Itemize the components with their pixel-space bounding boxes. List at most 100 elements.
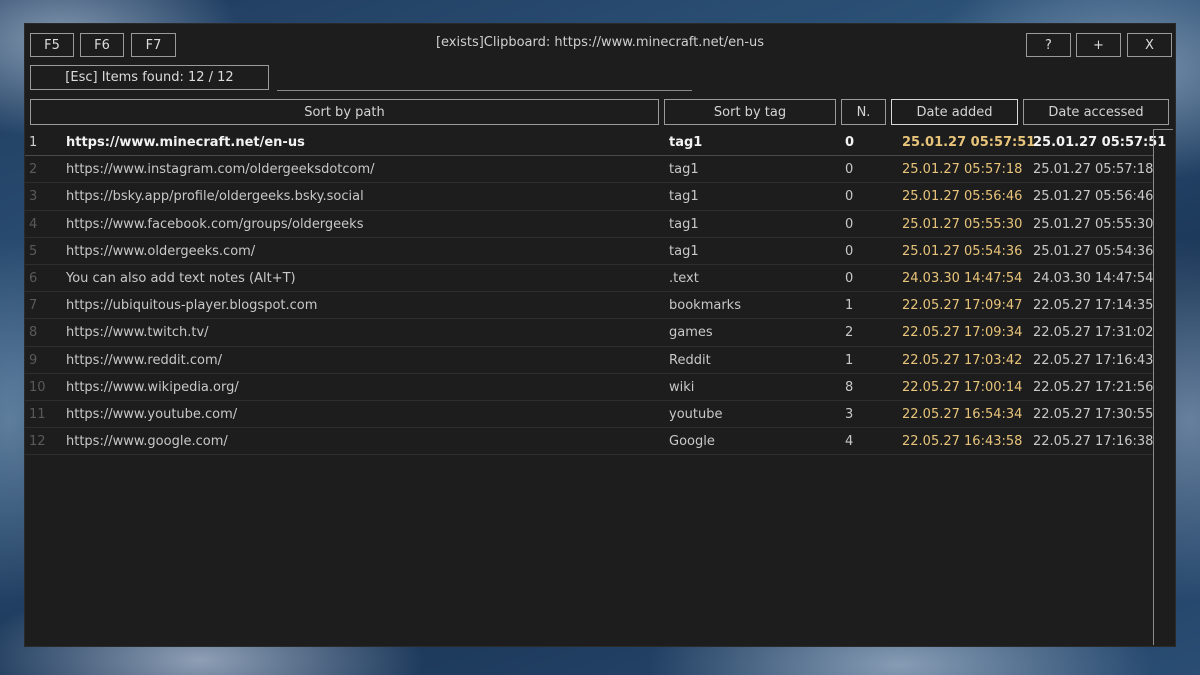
clipboard-manager-window: F5 F6 F7 [exists]Clipboard: https://www.… — [24, 23, 1176, 647]
row-count: 8 — [845, 379, 854, 395]
sort-by-count-button[interactable]: N. — [841, 99, 886, 125]
row-count: 0 — [845, 162, 854, 178]
row-tag: wiki — [669, 379, 695, 395]
items-list: 1 https://www.minecraft.net/en-us tag1 0… — [25, 129, 1166, 456]
row-count: 1 — [845, 298, 854, 314]
row-path: https://www.oldergeeks.com/ — [66, 243, 256, 259]
help-button[interactable]: ? — [1026, 33, 1071, 57]
row-date-accessed: 25.01.27 05:57:18 — [1033, 162, 1154, 178]
row-path: https://www.instagram.com/oldergeeksdotc… — [66, 162, 375, 178]
row-tag: tag1 — [669, 216, 699, 232]
row-tag: tag1 — [669, 135, 703, 150]
row-path: https://www.google.com/ — [66, 434, 228, 450]
sort-by-path-button[interactable]: Sort by path — [30, 99, 659, 125]
table-row[interactable]: 6 You can also add text notes (Alt+T) .t… — [25, 265, 1154, 293]
row-path: https://www.youtube.com/ — [66, 406, 238, 422]
row-date-added: 22.05.27 17:09:47 — [902, 298, 1023, 314]
row-count: 4 — [845, 434, 854, 450]
row-date-added: 25.01.27 05:57:18 — [902, 162, 1023, 178]
row-date-added: 22.05.27 16:43:58 — [902, 434, 1023, 450]
row-number: 1 — [29, 135, 38, 150]
row-tag: bookmarks — [669, 298, 741, 314]
row-number: 3 — [29, 189, 38, 205]
table-row[interactable]: 2 https://www.instagram.com/oldergeeksdo… — [25, 156, 1154, 184]
row-date-added: 25.01.27 05:56:46 — [902, 189, 1023, 205]
f6-button[interactable]: F6 — [80, 33, 124, 57]
sort-by-tag-button[interactable]: Sort by tag — [664, 99, 836, 125]
row-path: You can also add text notes (Alt+T) — [66, 270, 296, 286]
row-path: https://ubiquitous-player.blogspot.com — [66, 298, 318, 314]
row-count: 0 — [845, 243, 854, 259]
row-path: https://www.twitch.tv/ — [66, 325, 209, 341]
search-input[interactable] — [277, 90, 692, 91]
row-date-accessed: 22.05.27 17:30:55 — [1033, 406, 1154, 422]
items-found-label: [Esc] Items found: 12 / 12 — [30, 65, 269, 90]
table-row[interactable]: 8 https://www.twitch.tv/ games 2 22.05.2… — [25, 319, 1154, 347]
row-date-added: 25.01.27 05:55:30 — [902, 216, 1023, 232]
row-tag: tag1 — [669, 162, 699, 178]
row-tag: .text — [669, 270, 699, 286]
sort-by-date-added-button[interactable]: Date added — [891, 99, 1018, 125]
row-date-accessed: 22.05.27 17:31:02 — [1033, 325, 1154, 341]
row-count: 0 — [845, 270, 854, 286]
row-number: 8 — [29, 325, 38, 341]
table-row[interactable]: 5 https://www.oldergeeks.com/ tag1 0 25.… — [25, 238, 1153, 265]
table-row[interactable]: 9 https://www.reddit.com/ Reddit 1 22.05… — [25, 347, 1153, 374]
row-number: 9 — [29, 352, 38, 368]
row-date-accessed: 22.05.27 17:14:35 — [1033, 298, 1154, 314]
row-count: 0 — [845, 216, 854, 232]
row-number: 5 — [29, 243, 38, 259]
row-count: 1 — [845, 352, 854, 368]
row-date-added: 22.05.27 16:54:34 — [902, 406, 1023, 422]
row-path: https://www.facebook.com/groups/oldergee… — [66, 216, 364, 232]
row-date-added: 24.03.30 14:47:54 — [902, 270, 1023, 286]
row-path: https://www.reddit.com/ — [66, 352, 222, 368]
row-tag: games — [669, 325, 713, 341]
row-path: https://bsky.app/profile/oldergeeks.bsky… — [66, 189, 364, 205]
row-path: https://www.minecraft.net/en-us — [66, 135, 305, 150]
table-row[interactable]: 4 https://www.facebook.com/groups/olderg… — [25, 211, 1153, 238]
table-row[interactable]: 11 https://www.youtube.com/ youtube 3 22… — [25, 401, 1154, 429]
row-count: 0 — [845, 135, 855, 150]
row-number: 12 — [29, 434, 46, 450]
row-number: 6 — [29, 270, 38, 286]
table-row[interactable]: 7 https://ubiquitous-player.blogspot.com… — [25, 292, 1154, 320]
row-number: 10 — [29, 379, 46, 395]
table-row[interactable]: 3 https://bsky.app/profile/oldergeeks.bs… — [25, 183, 1154, 211]
add-button[interactable]: + — [1076, 33, 1121, 57]
row-tag: tag1 — [669, 243, 699, 259]
row-count: 2 — [845, 325, 854, 341]
row-date-accessed: 25.01.27 05:56:46 — [1033, 189, 1154, 205]
row-count: 3 — [845, 406, 854, 422]
row-date-added: 22.05.27 17:00:14 — [902, 379, 1023, 395]
close-button[interactable]: X — [1127, 33, 1172, 57]
table-row[interactable]: 12 https://www.google.com/ Google 4 22.0… — [25, 428, 1154, 456]
row-date-accessed: 25.01.27 05:57:51 — [1033, 135, 1167, 150]
row-date-accessed: 25.01.27 05:54:36 — [1033, 243, 1154, 259]
f7-button[interactable]: F7 — [131, 33, 176, 57]
row-date-added: 25.01.27 05:57:51 — [902, 135, 1036, 150]
row-date-accessed: 25.01.27 05:55:30 — [1033, 216, 1154, 232]
row-tag: tag1 — [669, 189, 699, 205]
row-date-accessed: 22.05.27 17:16:38 — [1033, 434, 1154, 450]
row-path: https://www.wikipedia.org/ — [66, 379, 239, 395]
row-number: 4 — [29, 216, 38, 232]
row-date-added: 25.01.27 05:54:36 — [902, 243, 1023, 259]
row-count: 0 — [845, 189, 854, 205]
table-row[interactable]: 10 https://www.wikipedia.org/ wiki 8 22.… — [25, 374, 1153, 401]
row-tag: youtube — [669, 406, 723, 422]
row-number: 2 — [29, 162, 38, 178]
row-date-accessed: 22.05.27 17:21:56 — [1033, 379, 1154, 395]
row-date-accessed: 22.05.27 17:16:43 — [1033, 352, 1154, 368]
f5-button[interactable]: F5 — [30, 33, 74, 57]
row-tag: Reddit — [669, 352, 711, 368]
row-date-accessed: 24.03.30 14:47:54 — [1033, 270, 1154, 286]
table-row[interactable]: 1 https://www.minecraft.net/en-us tag1 0… — [25, 129, 1166, 157]
sort-by-date-accessed-button[interactable]: Date accessed — [1023, 99, 1169, 125]
vertical-scrollbar[interactable] — [1153, 129, 1154, 645]
row-tag: Google — [669, 434, 715, 450]
row-date-added: 22.05.27 17:03:42 — [902, 352, 1023, 368]
scrollbar-cap — [1153, 129, 1173, 130]
row-number: 11 — [29, 406, 46, 422]
row-date-added: 22.05.27 17:09:34 — [902, 325, 1023, 341]
